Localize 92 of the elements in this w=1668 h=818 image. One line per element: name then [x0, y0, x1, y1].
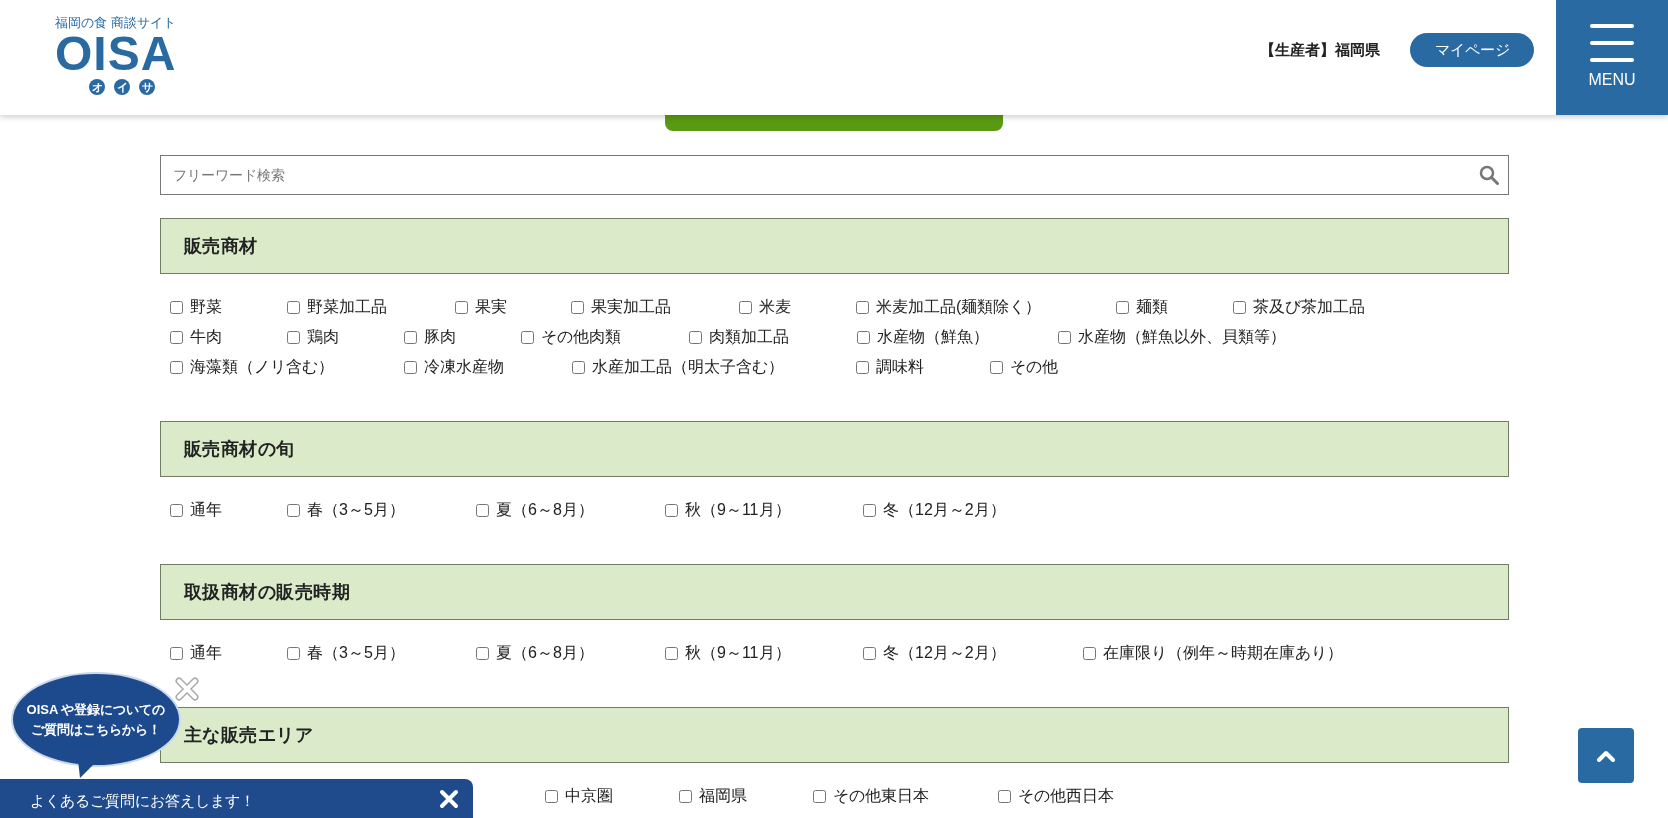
logo-wordmark[interactable]: OISA — [55, 30, 177, 78]
option-label: その他肉類 — [541, 327, 621, 347]
option-label: 秋（9～11月） — [685, 643, 791, 663]
option-label: 果実加工品 — [591, 297, 671, 317]
option-label: 水産物（鮮魚以外、貝類等） — [1078, 327, 1286, 347]
option-label: 米麦加工品(麺類除く） — [876, 297, 1042, 317]
option-label: 肉類加工品 — [709, 327, 789, 347]
logo-kana: サ — [139, 79, 155, 95]
checkbox[interactable] — [170, 300, 183, 314]
search-field[interactable]: フリーワード検索 — [160, 155, 1509, 195]
checkbox[interactable] — [287, 503, 300, 517]
option-label: 冬（12月～2月） — [883, 500, 1006, 520]
checkbox[interactable] — [863, 503, 876, 517]
checkbox[interactable] — [545, 789, 558, 803]
checkbox[interactable] — [689, 330, 702, 344]
checkbox[interactable] — [679, 789, 692, 803]
faq-bar[interactable]: よくあるご質問にお答えします！ — [0, 779, 473, 818]
option-label: 福岡県 — [699, 786, 747, 806]
option-label: 春（3～5月） — [307, 500, 405, 520]
option-label: その他 — [1010, 357, 1058, 377]
menu-icon — [1590, 23, 1634, 62]
option-label: 麺類 — [1136, 297, 1168, 317]
option-label: 春（3～5月） — [307, 643, 405, 663]
option-label: 夏（6～8月） — [496, 500, 594, 520]
option-label: 調味料 — [876, 357, 924, 377]
option-label: 果実 — [475, 297, 507, 317]
checkbox[interactable] — [287, 646, 300, 660]
option-label: 野菜加工品 — [307, 297, 387, 317]
checkbox[interactable] — [665, 646, 678, 660]
option-label: 在庫限り（例年～時期在庫あり） — [1103, 643, 1343, 663]
option-label: 夏（6～8月） — [496, 643, 594, 663]
checkbox[interactable] — [287, 300, 300, 314]
checkbox[interactable] — [571, 300, 584, 314]
checkbox[interactable] — [170, 330, 183, 344]
checkbox[interactable] — [572, 360, 585, 374]
checkbox[interactable] — [739, 300, 752, 314]
section-title: 取扱商材の販売時期 — [184, 580, 351, 604]
option-label: その他西日本 — [1018, 786, 1114, 806]
option-label: 野菜 — [190, 297, 222, 317]
checkbox[interactable] — [521, 330, 534, 344]
checkbox[interactable] — [476, 503, 489, 517]
checkbox[interactable] — [1058, 330, 1071, 344]
checkbox[interactable] — [170, 646, 183, 660]
faq-text: よくあるご質問にお答えします！ — [30, 791, 255, 812]
option-label: 茶及び茶加工品 — [1253, 297, 1365, 317]
logo-kana: イ — [114, 79, 130, 95]
option-label: 水産加工品（明太子含む） — [592, 357, 784, 377]
option-label: 通年 — [190, 643, 222, 663]
checkbox[interactable] — [856, 360, 869, 374]
option-label: その他東日本 — [833, 786, 929, 806]
search-icon[interactable] — [1479, 165, 1499, 185]
option-label: 秋（9～11月） — [685, 500, 791, 520]
chevron-up-icon — [1597, 749, 1615, 762]
menu-button[interactable]: MENU — [1556, 0, 1668, 115]
option-label: 牛肉 — [190, 327, 222, 347]
bubble-text: ご質問はこちらから！ — [31, 720, 161, 739]
bubble-text: OISA や登録についての — [26, 700, 166, 719]
scroll-top-button[interactable] — [1578, 728, 1634, 783]
option-label: 冬（12月～2月） — [883, 643, 1006, 663]
section-title: 主な販売エリア — [184, 723, 314, 747]
option-label: 米麦 — [759, 297, 791, 317]
logo-kana: オ — [89, 79, 105, 95]
option-label: 冷凍水産物 — [424, 357, 504, 377]
user-label: 【生産者】福岡県 — [1260, 39, 1380, 60]
checkbox[interactable] — [455, 300, 468, 314]
checkbox[interactable] — [857, 330, 870, 344]
option-label: 豚肉 — [424, 327, 456, 347]
checkbox[interactable] — [404, 330, 417, 344]
checkbox[interactable] — [998, 789, 1011, 803]
checkbox[interactable] — [1116, 300, 1129, 314]
checkbox[interactable] — [990, 360, 1003, 374]
speech-bubble[interactable]: OISA や登録についての ご質問はこちらから！ — [11, 672, 181, 767]
checkbox[interactable] — [856, 300, 869, 314]
section-title: 販売商材 — [184, 234, 258, 258]
checkbox[interactable] — [476, 646, 489, 660]
option-label: 中京圏 — [565, 786, 613, 806]
checkbox[interactable] — [287, 330, 300, 344]
mypage-button[interactable]: マイページ — [1410, 33, 1534, 67]
checkbox[interactable] — [1083, 646, 1096, 660]
checkbox[interactable] — [863, 646, 876, 660]
checkbox[interactable] — [813, 789, 826, 803]
option-label: 鶏肉 — [307, 327, 339, 347]
option-label: 通年 — [190, 500, 222, 520]
checkbox[interactable] — [170, 360, 183, 374]
logo-tagline: 福岡の食 商談サイト — [55, 16, 176, 29]
section-title: 販売商材の旬 — [184, 437, 295, 461]
option-label: 水産物（鮮魚） — [877, 327, 989, 347]
checkbox[interactable] — [170, 503, 183, 517]
checkbox[interactable] — [1233, 300, 1246, 314]
option-label: 海藻類（ノリ含む） — [190, 357, 334, 377]
checkbox[interactable] — [665, 503, 678, 517]
checkbox[interactable] — [404, 360, 417, 374]
